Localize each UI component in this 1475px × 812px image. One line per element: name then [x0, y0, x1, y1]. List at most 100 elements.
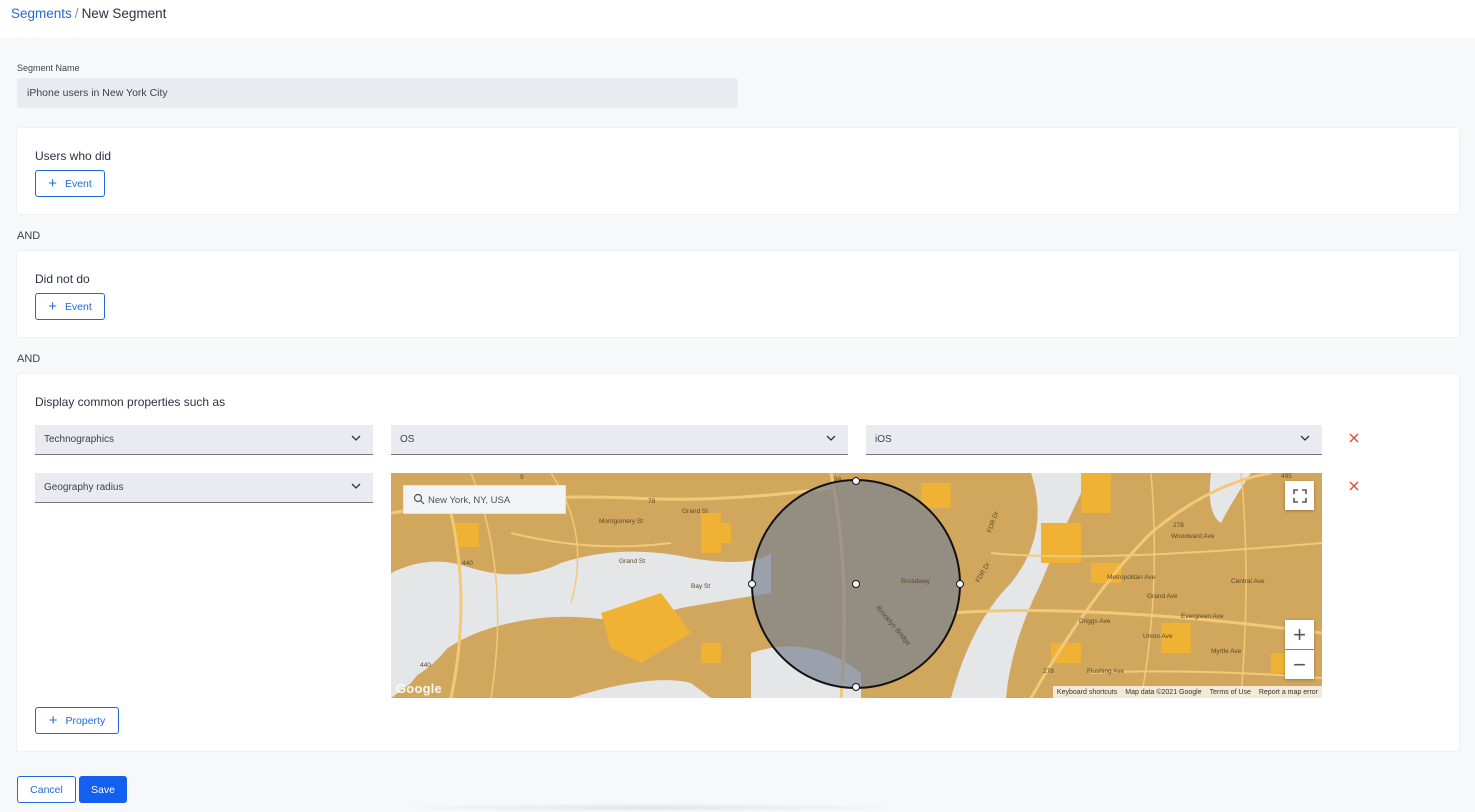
hudson-water [391, 551, 771, 698]
add-excluded-event-button[interactable]: + Event [35, 293, 105, 320]
properties-title: Display common properties such as [35, 395, 226, 409]
add-event-button[interactable]: + Event [35, 170, 105, 197]
property-name-value: OS [400, 434, 415, 445]
page-title: New Segment [81, 6, 167, 21]
plus-icon: + [48, 175, 57, 192]
close-icon[interactable] [1347, 431, 1361, 445]
radius-handle-center[interactable] [852, 580, 860, 588]
road-label: Montgomery St [599, 518, 643, 525]
terms-of-use-link[interactable]: Terms of Use [1210, 689, 1251, 696]
road-label: Union Ave [1143, 633, 1173, 640]
search-icon [413, 493, 425, 505]
map-park [721, 523, 731, 543]
segment-name-label: Segment Name [17, 63, 80, 73]
road-label: FDR Dr [975, 561, 992, 584]
map-fullscreen-button[interactable] [1285, 481, 1314, 510]
cancel-button[interactable]: Cancel [17, 776, 76, 803]
add-property-button[interactable]: + Property [35, 707, 119, 734]
geography-radius-map[interactable]: 9 9A 78 440 440 278 278 495 FDR Dr FDR D… [391, 473, 1322, 698]
map-park [921, 483, 951, 508]
road-label: Bay St [691, 583, 710, 590]
map-search-input[interactable]: New York, NY, USA [403, 485, 566, 514]
road-label: FDR Dr [986, 510, 1000, 534]
users-who-did-title: Users who did [35, 149, 112, 163]
keyboard-shortcuts-link[interactable]: Keyboard shortcuts [1057, 689, 1117, 696]
report-map-error-link[interactable]: Report a map error [1259, 689, 1318, 696]
radius-handle-right[interactable] [956, 580, 964, 588]
segment-name-input[interactable] [17, 78, 738, 108]
save-label: Save [91, 783, 115, 796]
property-value-select[interactable]: iOS [866, 425, 1322, 455]
did-not-do-card: Did not do + Event [17, 251, 1459, 337]
road-label: 9 [520, 474, 524, 481]
chevron-down-icon [826, 435, 836, 441]
map-search-value: New York, NY, USA [428, 495, 511, 506]
geography-category-select[interactable]: Geography radius [35, 473, 373, 503]
road-label: 440 [462, 560, 473, 567]
map-park [1051, 643, 1081, 663]
chevron-down-icon [351, 435, 361, 441]
road-label: 9A [834, 476, 843, 483]
map-park [1081, 473, 1111, 513]
add-property-label: Property [65, 714, 106, 727]
add-event-label: Event [64, 177, 92, 190]
add-event-label: Event [64, 300, 92, 313]
radius-handle-bottom[interactable] [852, 683, 860, 691]
road-label: Broadway [901, 578, 931, 585]
road-label: Metropolitan Ave [1107, 574, 1156, 581]
map-park [701, 513, 721, 553]
fullscreen-icon [1292, 488, 1307, 503]
road-label: Grand St [682, 508, 708, 515]
cancel-label: Cancel [30, 783, 63, 796]
harbor-water [571, 680, 711, 698]
road [1240, 473, 1247, 698]
bottom-shadow [380, 803, 920, 812]
property-category-select[interactable]: Technographics [35, 425, 373, 455]
road-label: 78 [648, 498, 656, 505]
save-button[interactable]: Save [79, 776, 127, 803]
radius-handle-left[interactable] [748, 580, 756, 588]
close-icon[interactable] [1347, 479, 1361, 493]
plus-icon: + [48, 712, 58, 729]
road-label: Flushing Ave [1087, 668, 1124, 675]
zoom-in-icon: + [1293, 621, 1306, 647]
map-attribution: Keyboard shortcuts Map data ©2021 Google… [1052, 686, 1322, 698]
east-river-water [951, 473, 1091, 698]
map-zoom-in-button[interactable]: + [1285, 620, 1314, 649]
breadcrumb-segments-link[interactable]: Segments [11, 6, 72, 21]
road-label: Central Ave [1231, 578, 1265, 585]
map-park [701, 643, 721, 663]
and-operator: AND [17, 230, 41, 242]
breadcrumb: Segments / New Segment [11, 6, 166, 21]
property-value-value: iOS [875, 434, 892, 445]
users-who-did-card: Users who did + Event [17, 128, 1459, 214]
chevron-down-icon [1300, 435, 1310, 441]
road [1140, 473, 1156, 698]
road-label: 440 [420, 662, 431, 669]
chevron-down-icon [351, 483, 361, 489]
zoom-out-icon: − [1293, 651, 1306, 677]
road-label: Myrtle Ave [1211, 648, 1242, 655]
road-label: Grand Ave [1147, 593, 1178, 600]
road-label: 278 [1173, 522, 1184, 529]
did-not-do-title: Did not do [35, 272, 90, 286]
radius-handle-top[interactable] [852, 477, 860, 485]
top-bar: Segments / New Segment [0, 0, 1475, 38]
road-label: Driggs Ave [1079, 618, 1111, 625]
property-category-value: Technographics [44, 434, 115, 445]
map-zoom-out-button[interactable]: − [1285, 650, 1314, 679]
road-label: Grand St [619, 558, 645, 565]
geography-category-value: Geography radius [44, 482, 124, 493]
road-label: Woodward Ave [1171, 533, 1215, 540]
breadcrumb-separator: / [74, 6, 79, 21]
road [510, 532, 672, 548]
map-park [455, 523, 479, 547]
road-label: 495 [1281, 473, 1292, 480]
road-label: 278 [1043, 668, 1054, 675]
property-name-select[interactable]: OS [391, 425, 848, 455]
map-data-text: Map data ©2021 Google [1125, 688, 1202, 696]
and-operator: AND [17, 353, 41, 365]
google-logo: Google [396, 681, 442, 696]
plus-icon: + [48, 298, 57, 315]
road-label: Evergreen Ave [1181, 613, 1224, 620]
